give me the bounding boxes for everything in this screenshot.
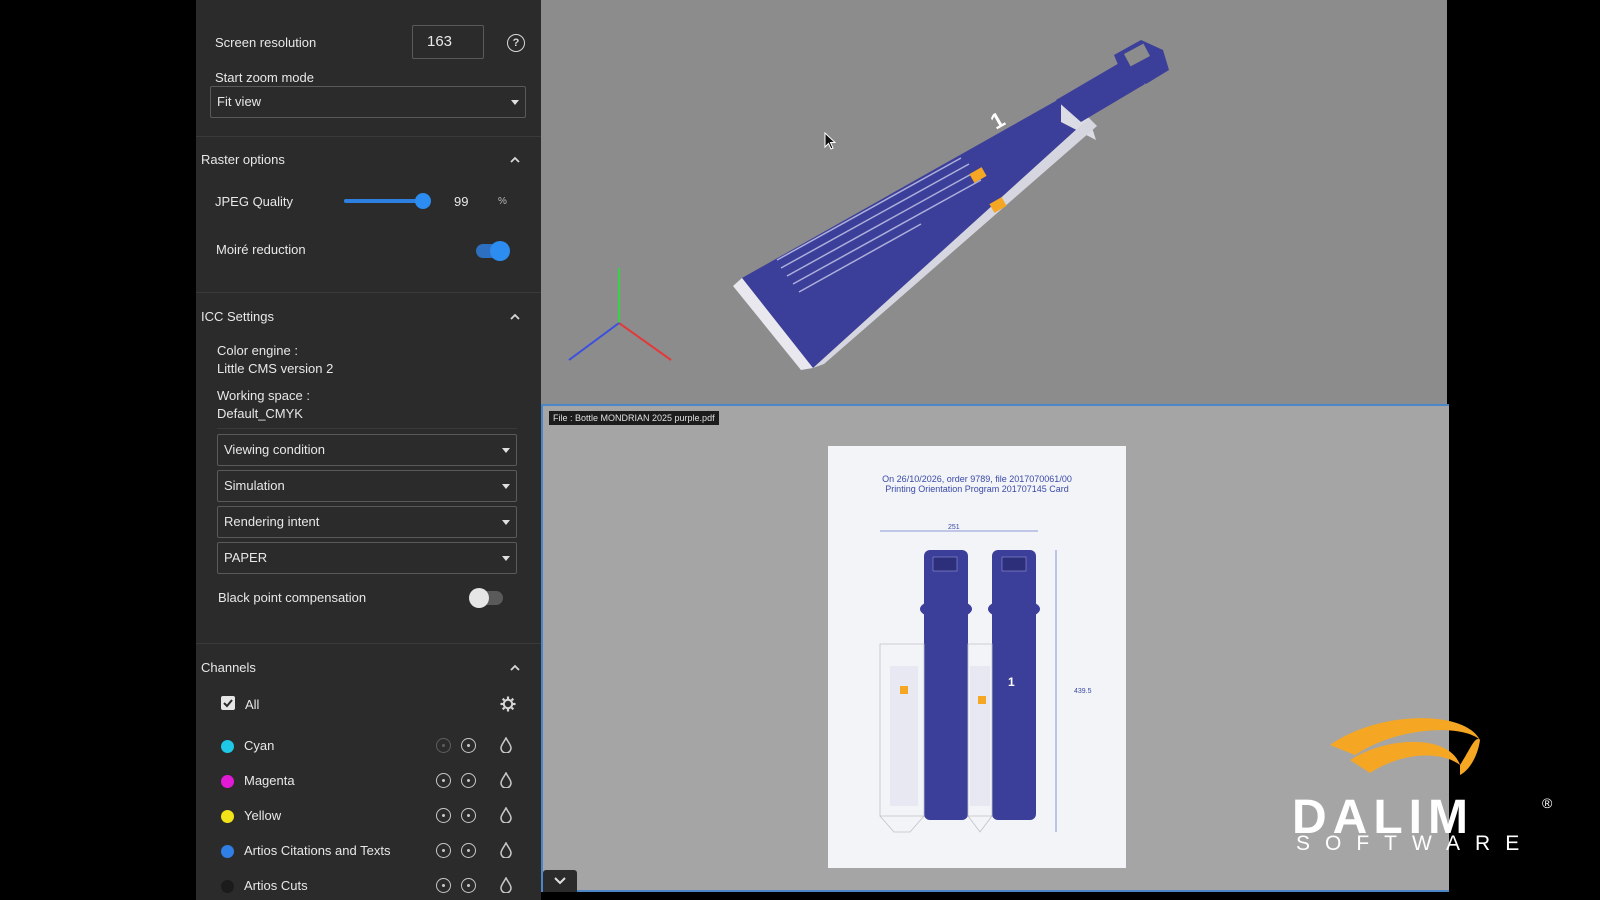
chevron-down-icon [502,448,510,453]
screen-resolution-label: Screen resolution [215,35,317,50]
toggle-knob [490,241,510,261]
moire-toggle[interactable] [476,241,510,261]
jpeg-slider-handle[interactable] [415,193,432,209]
chevron-up-icon[interactable] [508,153,522,167]
jpeg-quality-value: 99 [454,194,469,209]
channel-row[interactable]: Yellow [196,801,541,831]
divider [196,643,541,644]
start-zoom-select[interactable]: Fit view [210,86,526,118]
ink-drop-icon[interactable] [499,772,513,788]
channel-solo-icon[interactable] [436,738,451,753]
channel-color-swatch [221,845,234,858]
chevron-up-icon[interactable] [508,310,522,324]
chevron-down-icon [502,520,510,525]
svg-text:1: 1 [1008,675,1015,689]
chevron-down-icon [502,484,510,489]
channel-name: Magenta [244,773,295,788]
divider [217,428,517,429]
mouse-cursor-icon [824,132,836,150]
channel-row[interactable]: Magenta [196,766,541,796]
channel-visibility-icon[interactable] [461,878,476,893]
viewing-condition-value: Viewing condition [224,442,325,457]
channel-color-swatch [221,810,234,823]
all-channels-label: All [245,697,260,712]
channel-solo-icon[interactable] [436,773,451,788]
start-zoom-value: Fit view [217,94,262,109]
channel-row[interactable]: Artios Citations and Texts [196,836,541,866]
chevron-up-icon[interactable] [508,661,522,675]
dieline-artwork: 1 [879,530,1057,833]
channel-visibility-icon[interactable] [461,738,476,753]
channel-color-swatch [221,775,234,788]
black-point-toggle[interactable] [469,588,503,608]
jpeg-quality-unit: % [498,196,507,207]
toggle-knob [469,588,489,608]
working-space-label: Working space : [217,388,310,403]
channel-name: Cyan [244,738,275,753]
screen-resolution-input[interactable]: 163 [412,25,484,59]
channel-name: Artios Citations and Texts [244,843,391,858]
working-space-value: Default_CMYK [217,406,303,421]
channel-solo-icon[interactable] [436,878,451,893]
ink-drop-icon[interactable] [499,737,513,753]
raster-options-title: Raster options [201,152,285,167]
viewer-3d[interactable]: 1 [541,0,1447,404]
gear-icon[interactable] [500,696,516,712]
viewing-condition-select[interactable]: Viewing condition [217,434,517,466]
box-3d-model: 1 [568,40,1169,370]
rendering-intent-select[interactable]: Rendering intent [217,506,517,538]
paper-value: PAPER [224,550,268,565]
chevron-down-icon [554,877,566,885]
channel-name: Artios Cuts [244,878,308,893]
channel-visibility-icon[interactable] [461,808,476,823]
color-engine-label: Color engine : [217,343,298,358]
settings-panel: Screen resolution 163 ? Start zoom mode … [196,0,541,900]
axes-gizmo [568,268,672,361]
ink-drop-icon[interactable] [499,842,513,858]
file-label: File : Bottle MONDRIAN 2025 purple.pdf [549,411,719,425]
icc-settings-title: ICC Settings [201,309,274,324]
channel-row[interactable]: Artios Cuts [196,871,541,900]
color-engine-value: Little CMS version 2 [217,361,334,376]
start-zoom-label: Start zoom mode [215,70,314,85]
dim-width: 251 [948,524,960,531]
channel-color-swatch [221,880,234,893]
dim-height: 439.5 [1074,688,1092,695]
ink-drop-icon[interactable] [499,877,513,893]
divider [196,292,541,293]
channel-name: Yellow [244,808,282,823]
channel-visibility-icon[interactable] [461,773,476,788]
divider [196,136,541,137]
simulation-value: Simulation [224,478,285,493]
all-channels-checkbox[interactable] [221,696,235,710]
channel-solo-icon[interactable] [436,808,451,823]
chevron-down-icon [511,100,519,105]
channels-title: Channels [201,660,256,675]
channel-color-swatch [221,740,234,753]
simulation-select[interactable]: Simulation [217,470,517,502]
channel-solo-icon[interactable] [436,843,451,858]
channel-visibility-icon[interactable] [461,843,476,858]
svg-text:1: 1 [986,107,1009,135]
logo-registered-mark: ® [1542,795,1553,811]
paper-select[interactable]: PAPER [217,542,517,574]
channel-row[interactable]: Cyan [196,731,541,761]
rendering-intent-value: Rendering intent [224,514,320,529]
jpeg-slider-fill [344,199,424,203]
moire-label: Moiré reduction [216,242,306,257]
logo-subtitle: SOFTWARE [1296,832,1535,855]
jpeg-quality-label: JPEG Quality [215,194,294,209]
help-icon[interactable]: ? [507,34,525,52]
scroll-down-button[interactable] [543,870,577,892]
chevron-down-icon [502,556,510,561]
ink-drop-icon[interactable] [499,807,513,823]
pdf-page: On 26/10/2026, order 9789, file 20170700… [828,446,1126,868]
black-point-label: Black point compensation [218,590,367,605]
